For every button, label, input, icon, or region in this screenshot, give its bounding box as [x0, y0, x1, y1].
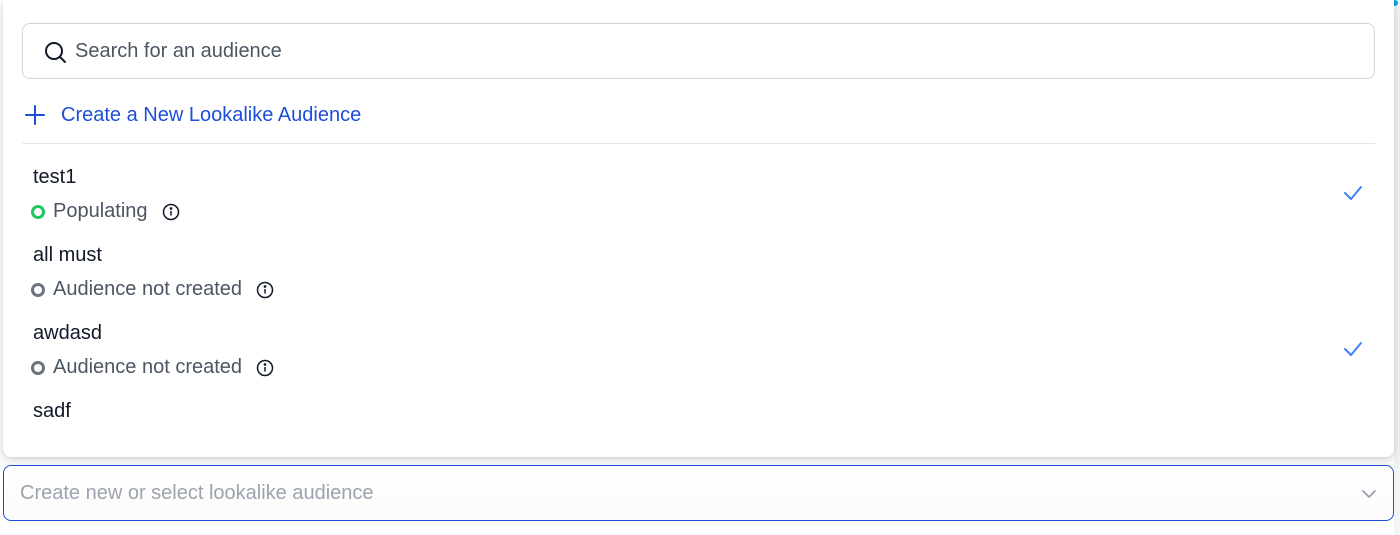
audience-option-test1[interactable]: test1 Populating — [3, 166, 1394, 238]
lookalike-audience-select[interactable]: Create new or select lookalike audience — [3, 465, 1394, 521]
select-placeholder: Create new or select lookalike audience — [20, 482, 374, 504]
info-icon[interactable] — [256, 359, 274, 377]
status-dot-icon — [31, 204, 45, 219]
audience-status: Audience not created — [31, 356, 274, 379]
background-page-edge — [1394, 0, 1400, 535]
info-icon[interactable] — [256, 281, 274, 299]
status-text: Audience not created — [53, 356, 243, 378]
check-icon — [1344, 186, 1362, 200]
search-icon — [45, 42, 66, 63]
audience-status: Populating — [31, 200, 180, 223]
audience-status: Audience not created — [31, 278, 274, 301]
search-input[interactable] — [75, 24, 1355, 78]
audience-name: awdasd — [33, 322, 102, 344]
status-dot-icon — [31, 282, 45, 297]
status-text: Audience not created — [53, 278, 243, 300]
search-box — [22, 23, 1375, 79]
audience-option-all-must[interactable]: all must Audience not created — [3, 244, 1394, 316]
status-dot-icon — [31, 360, 45, 375]
audience-dropdown-panel: Create a New Lookalike Audience test1 Po… — [3, 0, 1394, 457]
audience-option-awdasd[interactable]: awdasd Audience not created — [3, 322, 1394, 394]
chevron-down-icon — [1362, 490, 1376, 498]
audience-name: all must — [33, 244, 102, 266]
plus-icon — [25, 105, 45, 125]
check-icon — [1344, 342, 1362, 356]
audience-name: sadf — [33, 400, 71, 422]
audience-name: test1 — [33, 166, 77, 188]
audience-option-sadf[interactable]: sadf — [3, 400, 1394, 440]
create-lookalike-button[interactable]: Create a New Lookalike Audience — [23, 100, 361, 130]
create-lookalike-label: Create a New Lookalike Audience — [61, 103, 362, 126]
status-text: Populating — [53, 200, 148, 222]
info-icon[interactable] — [162, 203, 180, 221]
divider — [22, 143, 1375, 144]
